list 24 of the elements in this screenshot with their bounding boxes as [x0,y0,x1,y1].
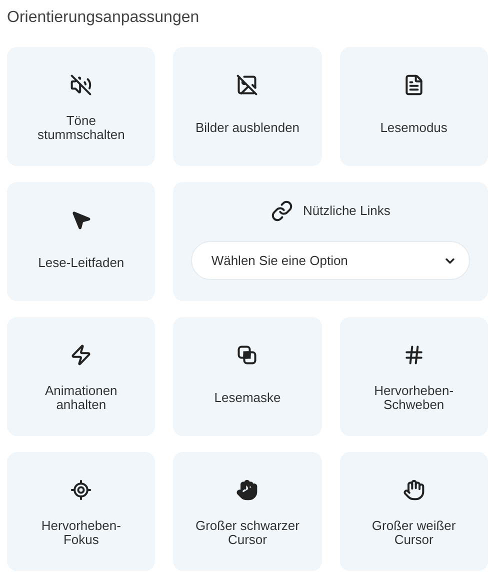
muted-speaker-icon [70,74,92,96]
feature-tile[interactable]: Bilder ausblenden [173,47,322,166]
hand-icon [402,479,425,501]
crossed-image-icon [236,74,258,96]
feature-tile[interactable]: Hervorheben- Fokus [7,452,156,571]
link-icon [270,200,293,222]
feature-tile[interactable]: Hervorheben- Schweben [340,317,488,436]
option-dropdown[interactable]: Wählen Sie eine Option [191,241,470,280]
hand-icon [236,479,258,501]
feature-tile[interactable]: Lesemodus [340,47,488,166]
feature-tile[interactable]: Lesemaske [173,317,322,436]
grid-icon [402,344,425,366]
feature-tile[interactable]: Großer weißer Cursor [340,452,488,571]
crosshair-icon [70,479,92,501]
feature-tile[interactable]: Lese-Leitfaden [7,182,156,301]
feature-tile[interactable]: Töne stummschalten [7,47,156,166]
panel-heading: Nützliche Links [302,202,390,220]
section-title: Orientierungsanpassungen [7,8,200,28]
document-icon [402,74,425,96]
overlapping-squares-icon [236,344,258,366]
feature-tile[interactable]: Animationen anhalten [7,317,156,436]
pointer-icon [70,209,92,231]
lightning-icon [70,344,92,366]
feature-tile[interactable]: Großer schwarzer Cursor [173,452,322,571]
